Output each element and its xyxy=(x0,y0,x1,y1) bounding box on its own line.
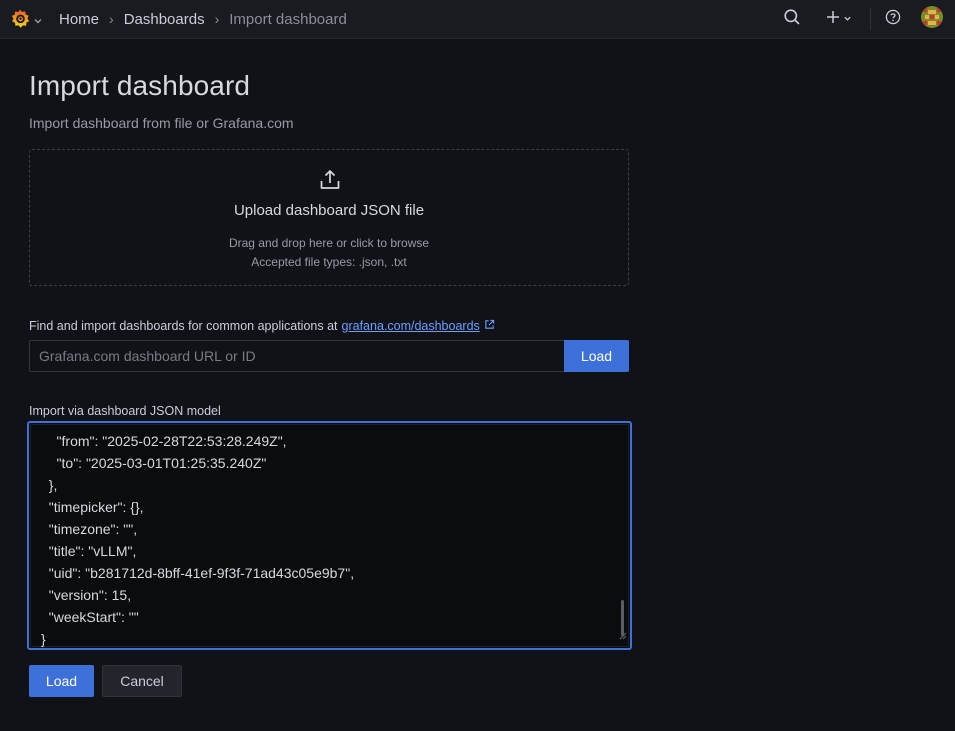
json-line: } xyxy=(41,631,46,647)
breadcrumb: Home › Dashboards › Import dashboard xyxy=(59,0,347,38)
json-model-label: Import via dashboard JSON model xyxy=(29,404,221,418)
grafana-com-url-input[interactable] xyxy=(29,340,564,372)
search-icon xyxy=(783,8,801,31)
new-menu-button[interactable] xyxy=(822,8,856,30)
avatar xyxy=(920,5,944,34)
top-nav-bar: Home › Dashboards › Import dashboard xyxy=(0,0,955,39)
breadcrumb-current: Import dashboard xyxy=(229,10,347,28)
chevron-right-icon: › xyxy=(214,11,220,27)
grafana-logo-icon xyxy=(9,8,31,35)
home-menu-button[interactable] xyxy=(9,8,43,35)
grafana-com-load-button[interactable]: Load xyxy=(564,340,629,372)
chevron-down-icon xyxy=(843,10,852,28)
chevron-down-icon xyxy=(33,13,43,31)
external-link-icon xyxy=(484,319,495,333)
json-line: "weekStart": "" xyxy=(41,609,139,625)
json-model-editor: "from": "2025-02-28T22:53:28.249Z", "to"… xyxy=(30,424,629,647)
toolbar-divider xyxy=(870,8,871,30)
search-button[interactable] xyxy=(780,8,804,30)
breadcrumb-home[interactable]: Home xyxy=(59,11,99,28)
grafana-com-label: Find and import dashboards for common ap… xyxy=(29,319,495,333)
upload-hint: Drag and drop here or click to browse Ac… xyxy=(30,234,628,272)
load-button[interactable]: Load xyxy=(29,665,94,697)
json-line: }, xyxy=(41,477,58,493)
resize-grip-icon[interactable] xyxy=(618,627,627,645)
grafana-com-link[interactable]: grafana.com/dashboards xyxy=(342,319,480,333)
upload-dropzone[interactable]: Upload dashboard JSON file Drag and drop… xyxy=(29,149,629,286)
plus-icon xyxy=(826,10,840,29)
page-title: Import dashboard xyxy=(29,70,251,101)
json-line: "title": "vLLM", xyxy=(41,543,137,559)
upload-title: Upload dashboard JSON file xyxy=(233,202,425,219)
grafana-com-label-text: Find and import dashboards for common ap… xyxy=(29,319,338,333)
json-line: "timezone": "", xyxy=(41,521,138,537)
upload-hint-filetypes: Accepted file types: .json, .txt xyxy=(251,255,407,269)
breadcrumb-dashboards[interactable]: Dashboards xyxy=(124,11,205,28)
cancel-button[interactable]: Cancel xyxy=(102,665,182,697)
profile-button[interactable] xyxy=(920,5,944,34)
json-line: "version": 15, xyxy=(41,587,132,603)
json-line: "from": "2025-02-28T22:53:28.249Z", xyxy=(41,433,287,449)
help-icon xyxy=(885,9,901,30)
upload-hint-browse: Drag and drop here or click to browse xyxy=(228,236,430,250)
json-line: "timepicker": {}, xyxy=(41,499,144,515)
page-subtitle: Import dashboard from file or Grafana.co… xyxy=(29,115,294,131)
chevron-right-icon: › xyxy=(109,11,114,27)
json-model-textarea[interactable]: "from": "2025-02-28T22:53:28.249Z", "to"… xyxy=(27,421,632,650)
json-model-content: "from": "2025-02-28T22:53:28.249Z", "to"… xyxy=(41,430,355,648)
help-button[interactable] xyxy=(882,8,904,30)
json-line: "to": "2025-03-01T01:25:35.240Z" xyxy=(41,455,267,471)
json-line: "uid": "b281712d-8bff-41ef-9f3f-71ad43c0… xyxy=(41,565,355,581)
upload-icon xyxy=(318,168,342,197)
